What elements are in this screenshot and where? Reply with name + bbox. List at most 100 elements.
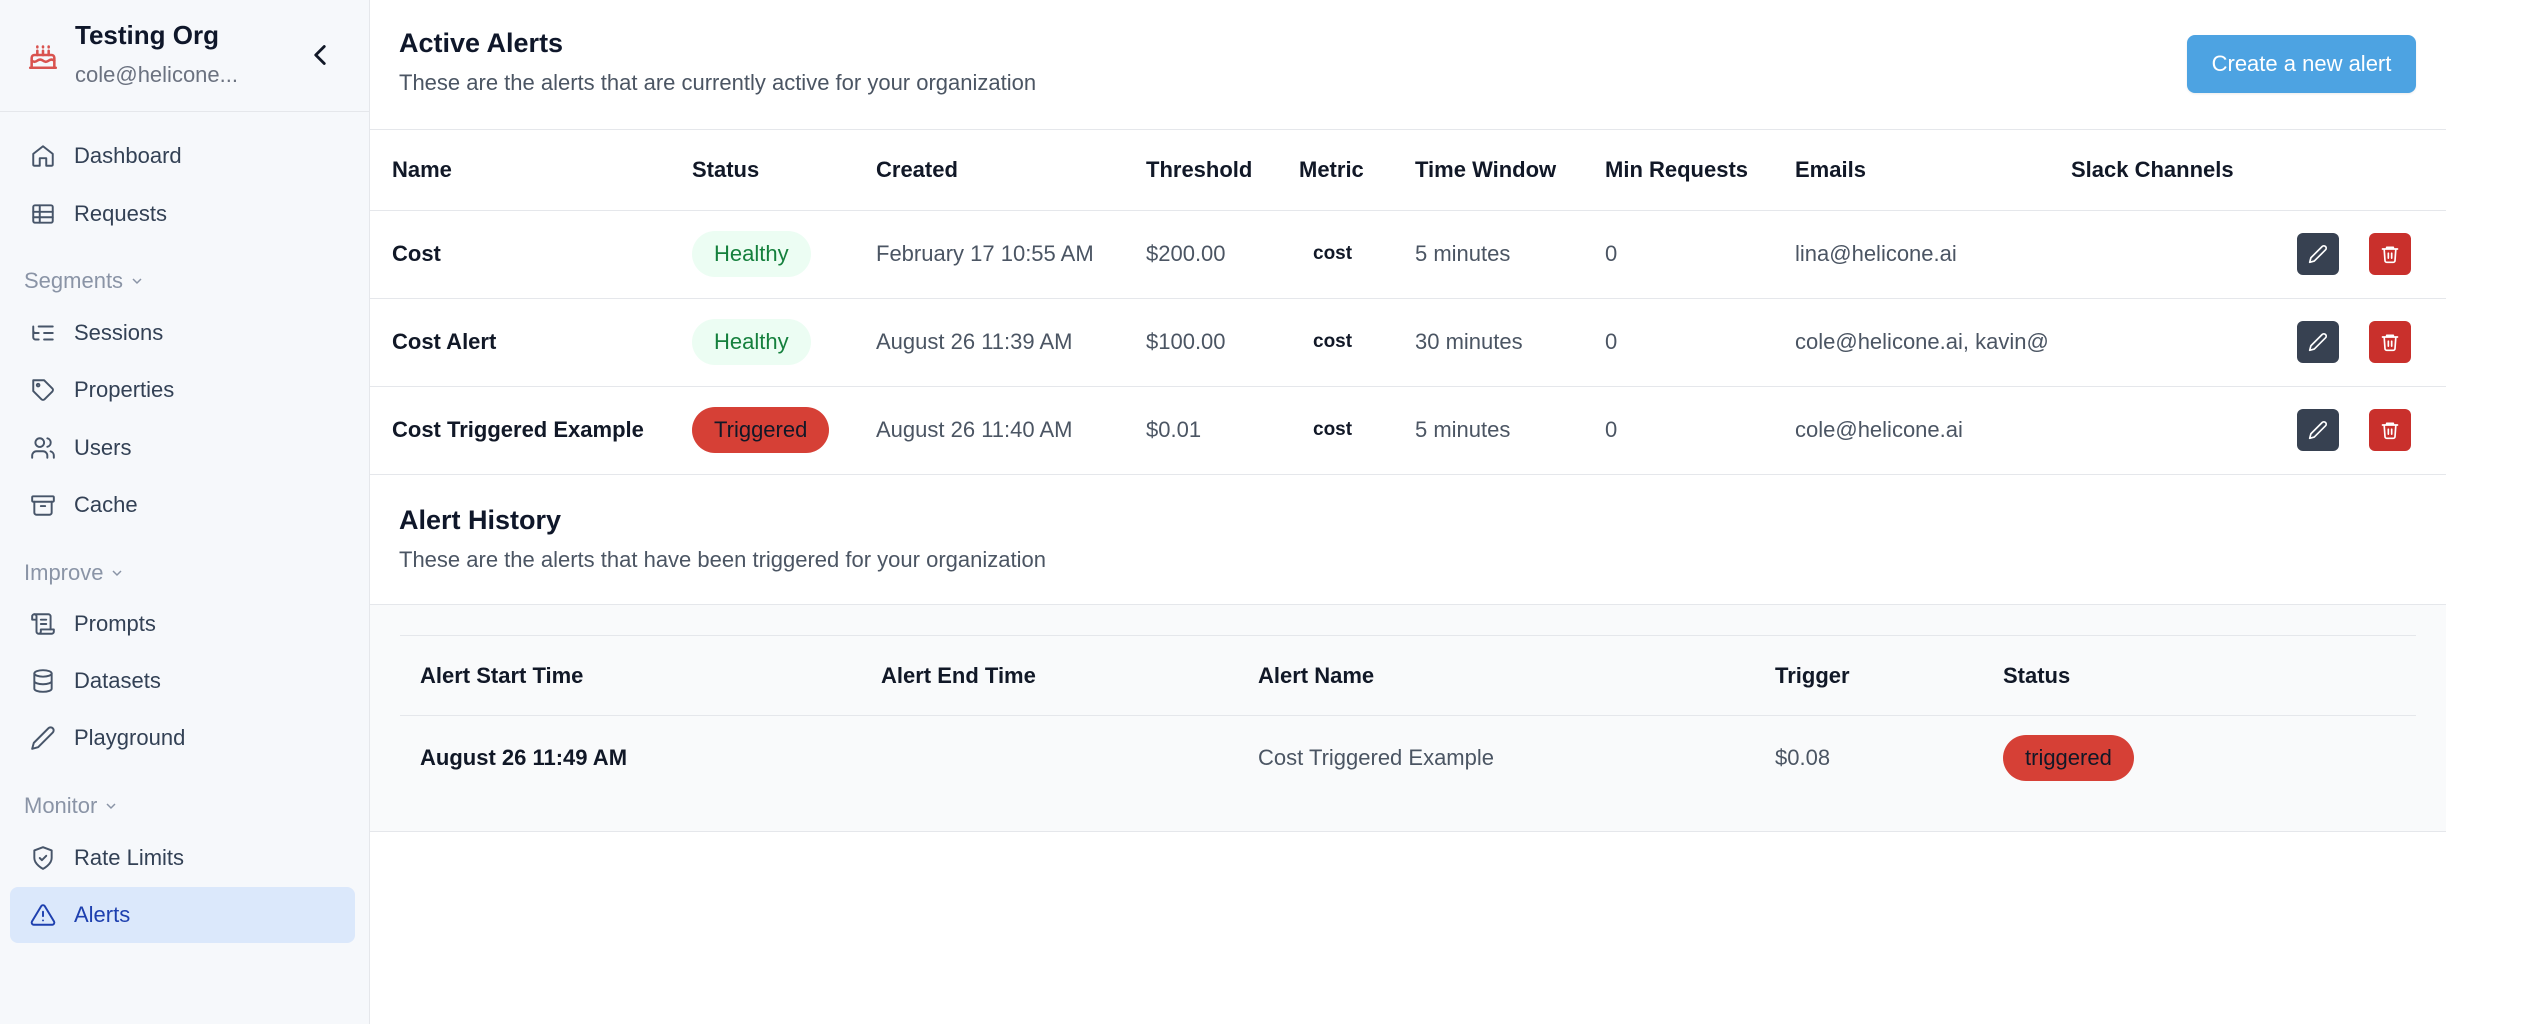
cake-icon (26, 38, 60, 72)
alert-history-header: Alert History These are the alerts that … (370, 475, 2446, 605)
column-header: Metric (1299, 130, 1415, 211)
nav-label: Properties (74, 377, 175, 402)
nav-item-prompts[interactable]: Prompts (10, 596, 355, 652)
table-header-row: Alert Start Time Alert End Time Alert Na… (400, 635, 2416, 716)
nav-label: Dashboard (74, 143, 182, 168)
delete-cell (2369, 210, 2446, 299)
org-switcher[interactable]: Testing Org cole@helicone... (0, 0, 370, 112)
nav-label: Users (74, 435, 132, 460)
nav-label: Prompts (74, 611, 156, 636)
collapse-sidebar-button[interactable] (303, 38, 337, 72)
alert-name: Cost Alert (370, 298, 692, 387)
home-icon (30, 143, 56, 169)
table-row[interactable]: August 26 11:49 AM Cost Triggered Exampl… (400, 716, 2416, 801)
edit-alert-button[interactable] (2297, 409, 2339, 451)
nav-item-rate-limits[interactable]: Rate Limits (10, 830, 355, 886)
column-header: Alert Name (1258, 635, 1775, 716)
archive-icon (30, 492, 56, 518)
alert-history-table: Alert Start Time Alert End Time Alert Na… (400, 635, 2416, 801)
emails-cell: cole@helicone.ai (1795, 386, 2071, 475)
active-alerts-header: Active Alerts These are the alerts that … (370, 0, 2446, 130)
section-label: Monitor (24, 793, 98, 818)
status-cell: Healthy (692, 298, 876, 387)
nav-item-alerts[interactable]: Alerts (10, 887, 355, 943)
alert-history-title: Alert History (399, 505, 562, 535)
nav-item-sessions[interactable]: Sessions (10, 305, 355, 361)
create-alert-button[interactable]: Create a new alert (2187, 35, 2416, 93)
column-header: Status (692, 130, 876, 211)
pencil-icon (2308, 333, 2327, 352)
window-cell: 5 minutes (1415, 386, 1605, 475)
column-header-empty (2297, 130, 2369, 211)
metric-cell: cost (1299, 210, 1415, 299)
status-cell: Triggered (692, 386, 876, 475)
window-cell: 30 minutes (1415, 298, 1605, 387)
alert-name: Cost Triggered Example (1258, 745, 1494, 771)
trash-icon (2381, 334, 2399, 352)
sidebar: Testing Org cole@helicone... Dashboard R… (0, 0, 370, 1024)
alert-end-time (881, 716, 1258, 801)
database-icon (30, 668, 56, 694)
delete-alert-button[interactable] (2369, 409, 2411, 451)
nav-label: Cache (74, 492, 138, 517)
status-cell: Healthy (692, 210, 876, 299)
nav-item-datasets[interactable]: Datasets (10, 653, 355, 709)
slack-cell (2071, 386, 2297, 475)
table-row[interactable]: Cost Alert Healthy August 26 11:39 AM $1… (370, 298, 2446, 387)
pencil-icon (30, 725, 56, 751)
alerts-panel: Active Alerts These are the alerts that … (370, 0, 2446, 832)
active-alerts-table: Name Status Created Threshold Metric Tim… (370, 130, 2446, 475)
nav-label: Playground (74, 725, 186, 750)
delete-cell (2369, 298, 2446, 387)
column-header: Created (876, 130, 1146, 211)
nav-item-cache[interactable]: Cache (10, 477, 355, 533)
min-requests-cell: 0 (1605, 386, 1795, 475)
column-header: Alert End Time (881, 635, 1258, 716)
users-icon (30, 435, 56, 461)
main-content: Active Alerts These are the alerts that … (370, 0, 2536, 1024)
nav-item-properties[interactable]: Properties (10, 362, 355, 418)
emails-cell: cole@helicone.ai, kavin@ (1795, 298, 2071, 387)
chevron-down-icon (132, 278, 142, 285)
active-alerts-title: Active Alerts (399, 28, 564, 58)
nav-item-users[interactable]: Users (10, 420, 355, 476)
pencil-icon (2308, 421, 2327, 440)
chevron-left-icon (314, 45, 326, 65)
scroll-text-icon (30, 611, 56, 637)
column-header: Slack Channels (2071, 130, 2297, 211)
alert-history-subtitle: These are the alerts that have been trig… (399, 547, 1046, 572)
delete-alert-button[interactable] (2369, 233, 2411, 275)
created-cell: August 26 11:40 AM (876, 386, 1146, 475)
edit-alert-button[interactable] (2297, 233, 2339, 275)
shield-check-icon (30, 845, 56, 871)
created-cell: August 26 11:39 AM (876, 298, 1146, 387)
metric-cell: cost (1299, 386, 1415, 475)
nav-label: Rate Limits (74, 845, 185, 870)
section-segments[interactable]: Segments (24, 268, 145, 294)
alert-triangle-icon (30, 902, 56, 928)
min-requests-cell: 0 (1605, 210, 1795, 299)
table-row[interactable]: Cost Triggered Example Triggered August … (370, 386, 2446, 475)
window-cell: 5 minutes (1415, 210, 1605, 299)
nav-item-requests[interactable]: Requests (10, 186, 355, 242)
status-badge: triggered (2003, 735, 2134, 782)
nav-label: Sessions (74, 320, 164, 345)
emails-text: cole@helicone.ai (1795, 417, 1963, 442)
alert-history-section: Alert Start Time Alert End Time Alert Na… (370, 605, 2446, 832)
created-cell: February 17 10:55 AM (876, 210, 1146, 299)
nav-item-playground[interactable]: Playground (10, 710, 355, 766)
section-label: Segments (24, 268, 124, 293)
section-improve[interactable]: Improve (24, 560, 125, 586)
nav-item-dashboard[interactable]: Dashboard (10, 128, 355, 184)
column-header: Time Window (1415, 130, 1605, 211)
delete-alert-button[interactable] (2369, 321, 2411, 363)
threshold-cell: $100.00 (1146, 298, 1299, 387)
edit-alert-button[interactable] (2297, 321, 2339, 363)
table-row[interactable]: Cost Healthy February 17 10:55 AM $200.0… (370, 210, 2446, 299)
table-header-row: Name Status Created Threshold Metric Tim… (370, 130, 2446, 211)
edit-cell (2297, 210, 2369, 299)
nav-label: Alerts (74, 902, 131, 927)
delete-cell (2369, 386, 2446, 475)
status-badge: Healthy (692, 319, 811, 365)
section-monitor[interactable]: Monitor (24, 793, 119, 819)
